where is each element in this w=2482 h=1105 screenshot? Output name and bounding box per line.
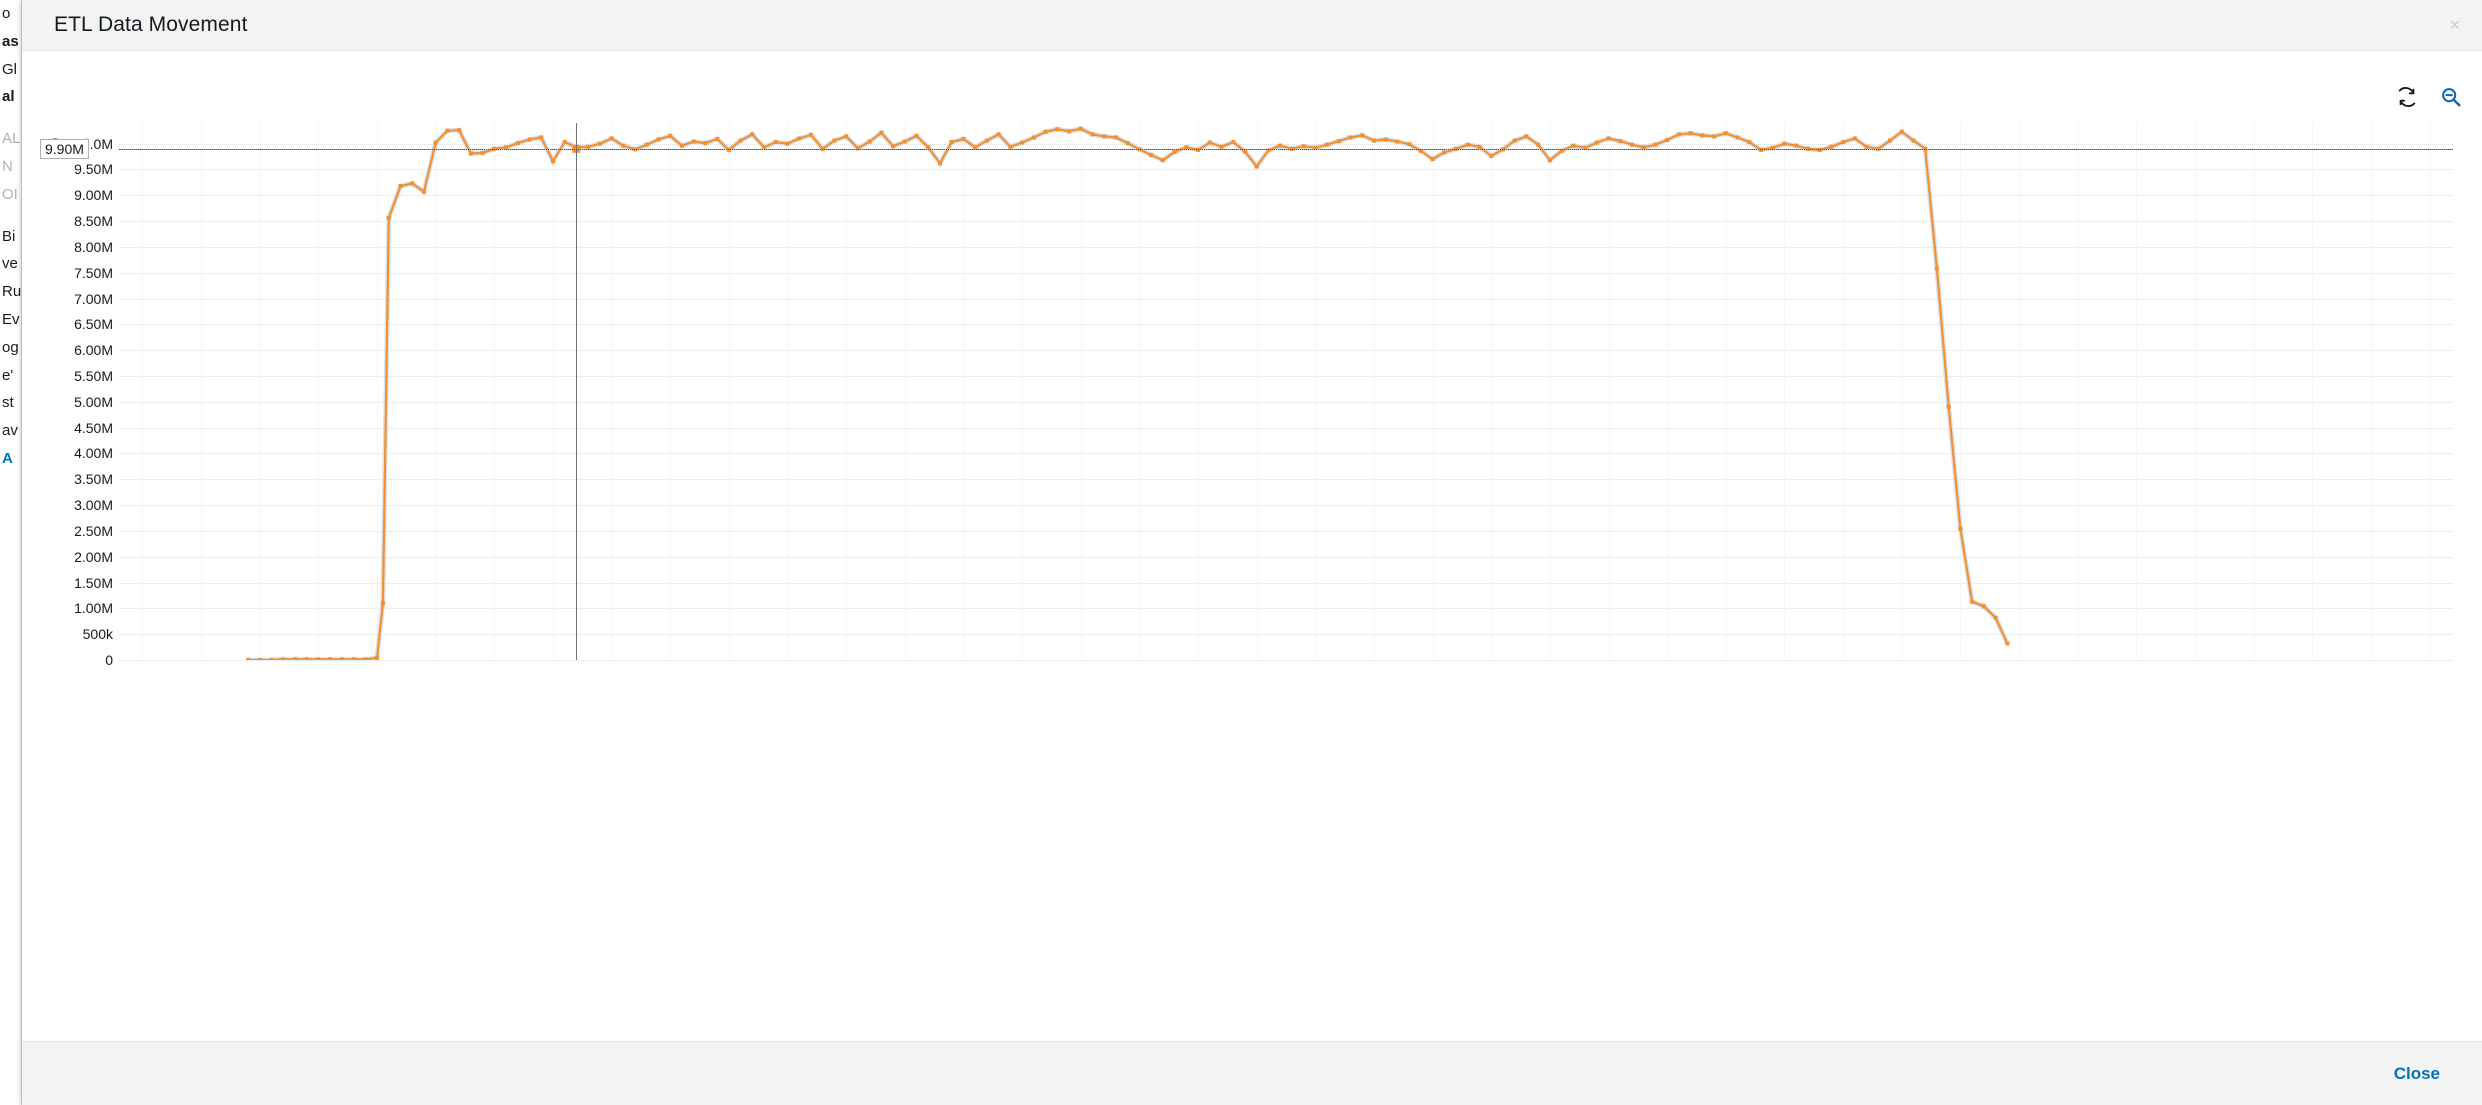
y-tick-label-1: 9.50M	[74, 161, 113, 178]
crosshair-vertical-line	[576, 123, 578, 660]
sidebar-item-2[interactable]: Gl	[0, 56, 21, 84]
sidebar-item-6[interactable]: OI	[0, 181, 21, 209]
y-tick-label-17: 1.50M	[74, 574, 113, 591]
sidebar-item-4[interactable]: AL	[0, 125, 21, 153]
sidebar-item-0[interactable]: o	[0, 0, 21, 28]
zoom-out-icon[interactable]	[2440, 86, 2462, 108]
sidebar-item-3[interactable]: al	[0, 83, 21, 111]
y-tick-label-13: 3.50M	[74, 471, 113, 488]
y-tick-label-2: 9.00M	[74, 187, 113, 204]
crosshair-horizontal-line	[119, 148, 2453, 150]
y-tick-label-11: 4.50M	[74, 419, 113, 436]
y-tick-label-18: 1.00M	[74, 600, 113, 617]
y-tick-label-15: 2.50M	[74, 522, 113, 539]
modal-header: ETL Data Movement ×	[22, 0, 2482, 51]
sidebar-item-15[interactable]: A	[0, 445, 21, 473]
sidebar-item-9[interactable]: Ru	[0, 278, 21, 306]
sidebar-item-1[interactable]: as	[0, 28, 21, 56]
y-tick-label-6: 7.00M	[74, 290, 113, 307]
y-tick-label-5: 7.50M	[74, 264, 113, 281]
plot-inner[interactable]	[119, 123, 2453, 661]
sidebar-item-11[interactable]: og	[0, 334, 21, 362]
modal-body: Count 10.0M9.50M9.00M8.50M8.00M7.50M7.00…	[22, 51, 2482, 1041]
y-tick-label-7: 6.50M	[74, 316, 113, 333]
sidebar-item-14[interactable]: av	[0, 417, 21, 445]
y-tick-label-20: 0	[105, 652, 113, 668]
y-tick-label-4: 8.00M	[74, 238, 113, 255]
sidebar-item-10[interactable]: Ev	[0, 306, 21, 334]
y-tick-label-8: 6.00M	[74, 342, 113, 359]
y-tick-label-3: 8.50M	[74, 213, 113, 230]
y-tick-label-14: 3.00M	[74, 497, 113, 514]
series-bytes-written-path	[246, 126, 2010, 660]
sidebar-item-13[interactable]: st	[0, 389, 21, 417]
y-tick-label-19: 500k	[82, 626, 113, 643]
y-axis-tick-labels: 10.0M 9.50M 9.00M 8.50M 8.00M 7.50M 7.00M 6.50M…	[43, 123, 113, 668]
sidebar-item-5[interactable]: N	[0, 153, 21, 181]
sidebar-item-12[interactable]: e'	[0, 362, 21, 390]
etl-data-movement-modal: ETL Data Movement × Count 10.0M9.50M9.00…	[22, 0, 2482, 1105]
page-title: ETL Data Movement	[54, 13, 248, 36]
close-icon[interactable]: ×	[2449, 16, 2460, 34]
threshold-value-badge: 9.90M	[40, 138, 89, 159]
y-gridline	[119, 660, 2453, 661]
sidebar-item-8[interactable]: ve	[0, 250, 21, 278]
y-tick-label-12: 4.00M	[74, 445, 113, 462]
background-sidebar[interactable]: o as Gl al AL N OI Bi ve Ru Ev og e' st av A	[0, 0, 22, 1105]
refresh-icon[interactable]	[2396, 86, 2418, 108]
close-button[interactable]: Close	[2388, 1063, 2446, 1085]
plot-region[interactable]: 10.0M 9.50M 9.00M 8.50M 8.00M 7.50M 7.00M 6.50M…	[43, 123, 2461, 668]
modal-footer: Close	[22, 1041, 2482, 1105]
chart-toolbar	[2396, 86, 2462, 108]
sidebar-item-7[interactable]: Bi	[0, 223, 21, 251]
y-tick-label-16: 2.00M	[74, 548, 113, 565]
y-tick-label-9: 5.50M	[74, 368, 113, 384]
chart-area[interactable]: Count 10.0M9.50M9.00M8.50M8.00M7.50M7.00…	[22, 51, 2482, 1041]
y-tick-label-10: 5.00M	[74, 393, 113, 410]
